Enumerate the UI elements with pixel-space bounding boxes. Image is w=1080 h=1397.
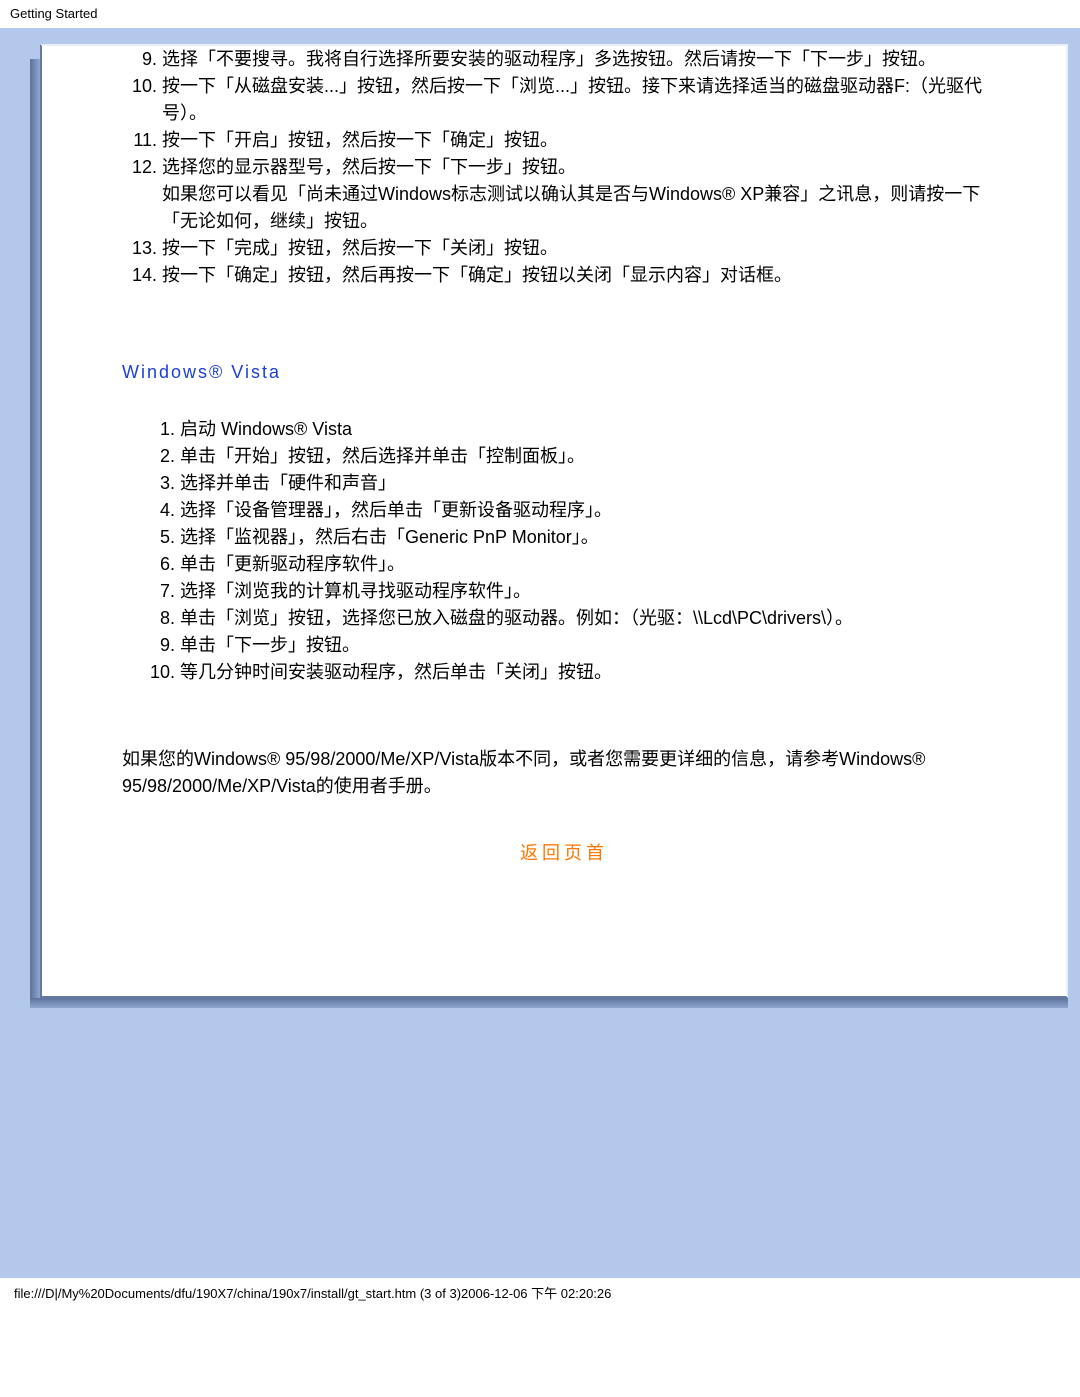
step-text: 选择并单击「硬件和声音」 (180, 473, 396, 493)
list-item: 按一下「从磁盘安装...」按钮，然后按一下「浏览...」按钮。接下来请选择适当的… (162, 73, 1006, 127)
list-item: 单击「开始」按钮，然后选择并单击「控制面板」。 (180, 443, 1006, 470)
back-to-top-link[interactable]: 返回页首 (122, 840, 1006, 867)
list-item: 选择「设备管理器」，然后单击「更新设备驱动程序」。 (180, 497, 1006, 524)
step-text: 选择「设备管理器」，然后单击「更新设备驱动程序」。 (180, 500, 612, 520)
step-text: 单击「更新驱动程序软件」。 (180, 554, 405, 574)
list-item: 单击「更新驱动程序软件」。 (180, 551, 1006, 578)
list-item: 选择并单击「硬件和声音」 (180, 470, 1006, 497)
list-item: 选择「浏览我的计算机寻找驱动程序软件」。 (180, 578, 1006, 605)
content-card: 选择「不要搜寻。我将自行选择所要安装的驱动程序」多选按钮。然后请按一下「下一步」… (40, 44, 1068, 998)
list-item: 按一下「确定」按钮，然后再按一下「确定」按钮以关闭「显示内容」对话框。 (162, 262, 1006, 289)
list-item: 选择「监视器」，然后右击「Generic PnP Monitor」。 (180, 524, 1006, 551)
step-text: 单击「浏览」按钮，选择您已放入磁盘的驱动器。例如：（光驱：\\Lcd\PC\dr… (180, 608, 853, 628)
step-text: 启动 Windows® Vista (180, 419, 352, 439)
page-header: Getting Started (0, 0, 1080, 28)
list-item: 启动 Windows® Vista (180, 416, 1006, 443)
step-text: 选择「不要搜寻。我将自行选择所要安装的驱动程序」多选按钮。然后请按一下「下一步」… (162, 49, 936, 69)
step-text: 按一下「从磁盘安装...」按钮，然后按一下「浏览...」按钮。接下来请选择适当的… (162, 76, 982, 123)
step-text: 按一下「完成」按钮，然后按一下「关闭」按钮。 (162, 238, 558, 258)
list-item: 选择您的显示器型号，然后按一下「下一步」按钮。 如果您可以看见「尚未通过Wind… (162, 154, 1006, 235)
step-text: 选择「监视器」，然后右击「Generic PnP Monitor」。 (180, 527, 599, 547)
step-text: 单击「下一步」按钮。 (180, 635, 360, 655)
reference-note: 如果您的Windows® 95/98/2000/Me/XP/Vista版本不同，… (122, 746, 1006, 800)
list-item: 单击「浏览」按钮，选择您已放入磁盘的驱动器。例如：（光驱：\\Lcd\PC\dr… (180, 605, 1006, 632)
list-item: 按一下「开启」按钮，然后按一下「确定」按钮。 (162, 127, 1006, 154)
list-item: 选择「不要搜寻。我将自行选择所要安装的驱动程序」多选按钮。然后请按一下「下一步」… (162, 46, 1006, 73)
step-text: 按一下「开启」按钮，然后按一下「确定」按钮。 (162, 130, 558, 150)
list-item: 等几分钟时间安装驱动程序，然后单击「关闭」按钮。 (180, 659, 1006, 686)
list-item: 单击「下一步」按钮。 (180, 632, 1006, 659)
file-path-footer: file:///D|/My%20Documents/dfu/190X7/chin… (0, 1278, 1080, 1310)
list-item: 按一下「完成」按钮，然后按一下「关闭」按钮。 (162, 235, 1006, 262)
step-text: 等几分钟时间安装驱动程序，然后单击「关闭」按钮。 (180, 662, 612, 682)
step-text: 选择「浏览我的计算机寻找驱动程序软件」。 (180, 581, 531, 601)
step-text: 按一下「确定」按钮，然后再按一下「确定」按钮以关闭「显示内容」对话框。 (162, 265, 792, 285)
vista-steps-list: 启动 Windows® Vista 单击「开始」按钮，然后选择并单击「控制面板」… (122, 416, 1006, 686)
xp-steps-list: 选择「不要搜寻。我将自行选择所要安装的驱动程序」多选按钮。然后请按一下「下一步」… (122, 46, 1006, 289)
step-text: 选择您的显示器型号，然后按一下「下一步」按钮。 (162, 157, 576, 177)
page-title: Getting Started (10, 6, 97, 21)
step-text: 单击「开始」按钮，然后选择并单击「控制面板」。 (180, 446, 585, 466)
vista-heading: Windows® Vista (122, 359, 1006, 386)
step-text: 如果您可以看见「尚未通过Windows标志测试以确认其是否与Windows® X… (162, 184, 980, 231)
page-background: 选择「不要搜寻。我将自行选择所要安装的驱动程序」多选按钮。然后请按一下「下一步」… (0, 28, 1080, 1278)
